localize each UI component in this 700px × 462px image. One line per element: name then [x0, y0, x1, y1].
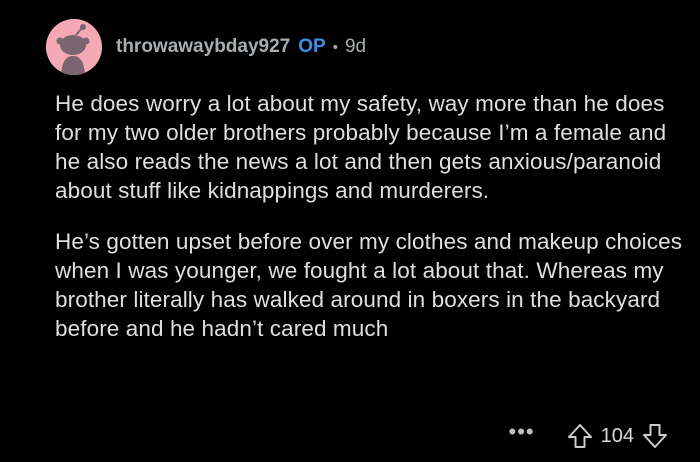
comment-paragraph: He does worry a lot about my safety, way…	[55, 91, 667, 203]
comment-header: throwawaybday927 OP • 9d	[46, 19, 366, 75]
comment-meta: throwawaybday927 OP • 9d	[116, 36, 366, 58]
vote-count: 104	[600, 424, 634, 447]
comment-paragraph: He’s gotten upset before over my clothes…	[55, 229, 683, 341]
comment-actions: ••• 104	[509, 420, 670, 452]
comment-age[interactable]: 9d	[345, 36, 366, 58]
meta-separator: •	[332, 38, 338, 56]
op-badge: OP	[298, 36, 326, 57]
avatar[interactable]	[46, 19, 102, 75]
more-options-icon[interactable]: •••	[509, 421, 535, 443]
snoo-avatar-icon	[46, 19, 102, 75]
comment-body: He does worry a lot about my safety, way…	[55, 89, 685, 343]
downvote-arrow-icon[interactable]	[640, 421, 670, 451]
username-link[interactable]: throwawaybday927	[116, 36, 290, 58]
upvote-arrow-icon[interactable]	[565, 421, 595, 451]
